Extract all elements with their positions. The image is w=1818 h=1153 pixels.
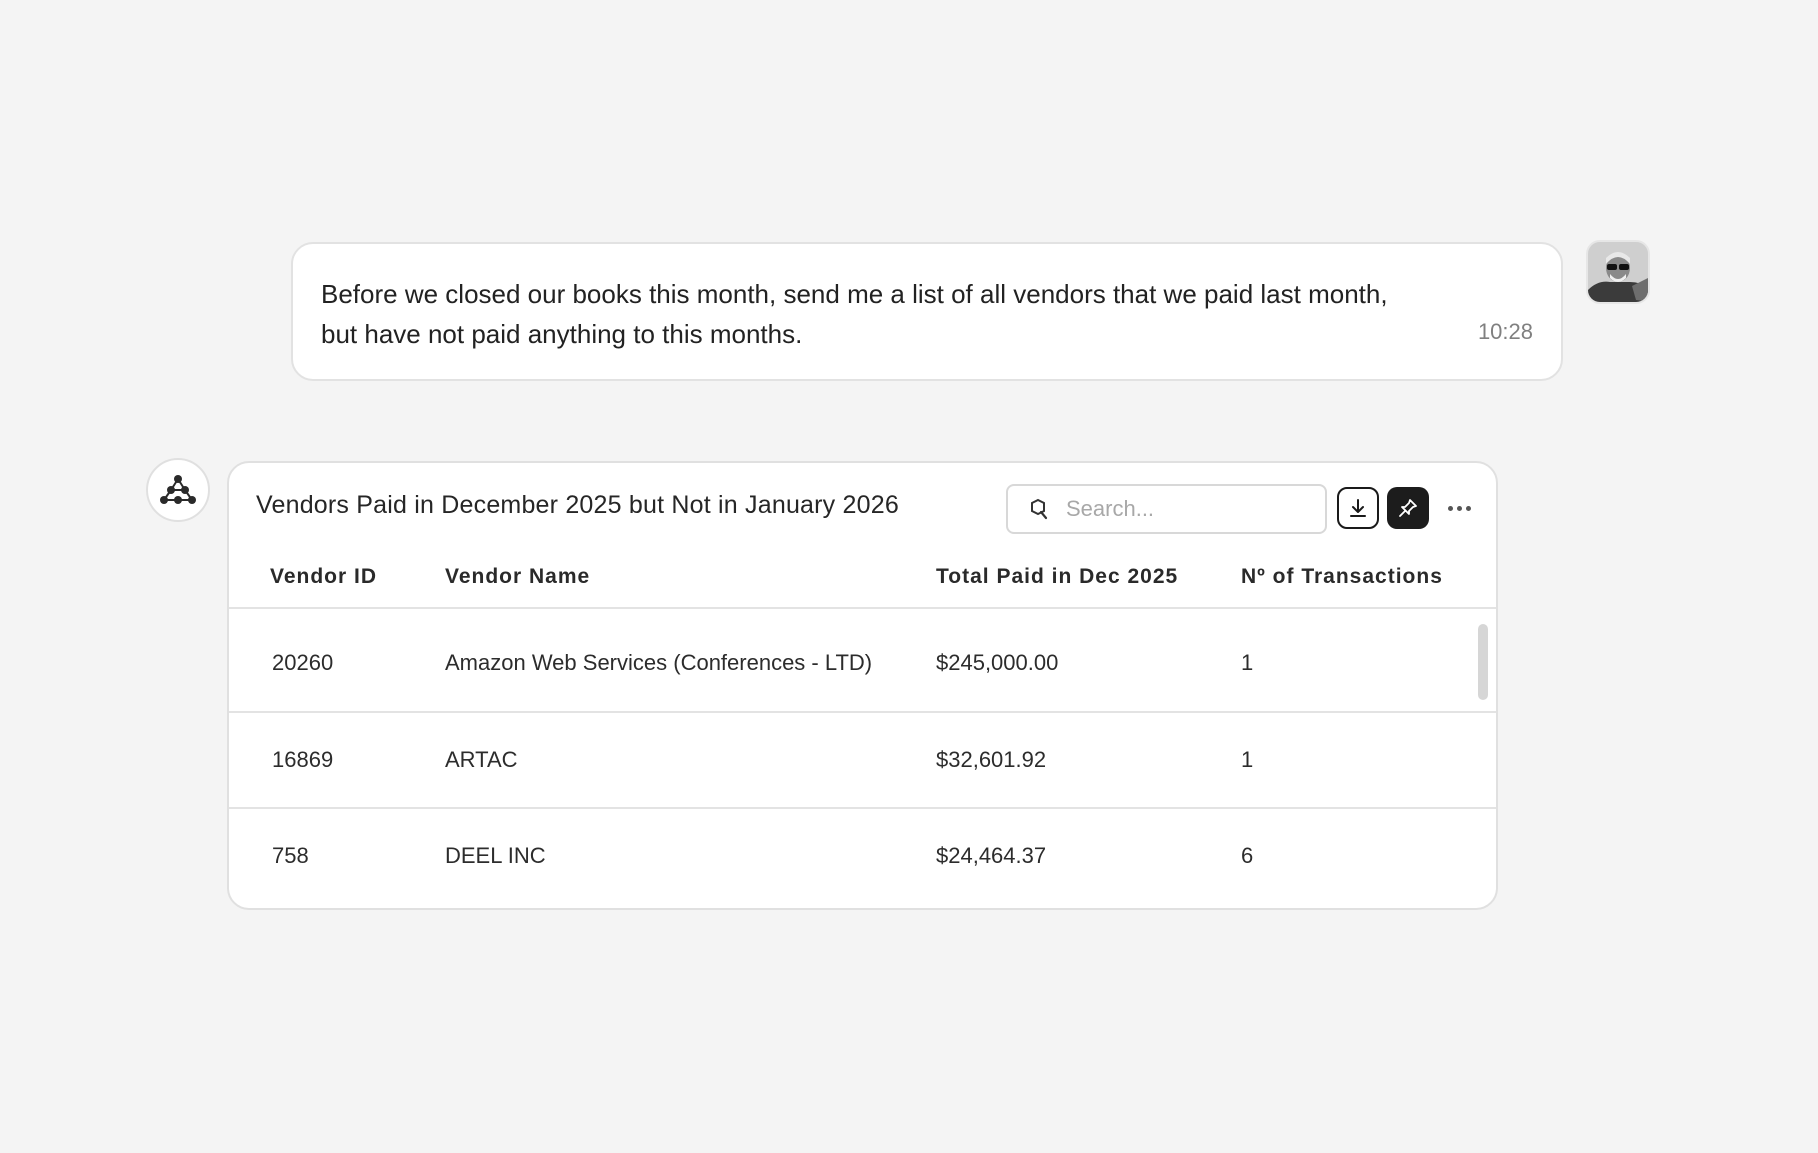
search-input[interactable]	[1066, 496, 1306, 522]
user-avatar[interactable]	[1586, 240, 1650, 304]
cell-total-paid: $24,464.37	[936, 843, 1047, 868]
table-scrollbar[interactable]	[1478, 624, 1488, 700]
table-header: Vendor ID Vendor Name Total Paid in Dec …	[229, 553, 1496, 609]
network-nodes-icon	[160, 475, 196, 504]
cell-vendor-name: ARTAC	[445, 747, 518, 772]
card-title: Vendors Paid in December 2025 but Not in…	[256, 491, 899, 519]
download-button[interactable]	[1337, 487, 1379, 529]
column-header-transactions[interactable]: Nº of Transactions	[1241, 565, 1443, 589]
vendors-table-card: Vendors Paid in December 2025 but Not in…	[227, 461, 1498, 910]
assistant-avatar	[146, 458, 210, 522]
cell-vendor-id: 16869	[272, 747, 334, 772]
search-icon	[1031, 498, 1048, 520]
cell-vendor-id: 758	[272, 843, 309, 868]
cell-vendor-name: Amazon Web Services (Conferences - LTD)	[445, 650, 873, 675]
cell-vendor-id: 20260	[272, 650, 334, 675]
user-message-line-1: Before we closed our books this month, s…	[321, 279, 1388, 309]
table-row[interactable]: 758 DEEL INC $24,464.37 6	[229, 809, 1496, 908]
search-box[interactable]	[1006, 484, 1327, 534]
cell-transactions: 1	[1241, 650, 1254, 675]
user-photo-avatar-icon	[1588, 242, 1648, 302]
column-header-vendor-id[interactable]: Vendor ID	[270, 565, 377, 589]
user-message-line-2: but have not paid anything to this month…	[321, 319, 803, 349]
message-timestamp: 10:28	[1477, 319, 1533, 344]
user-message-text: Before we closed our books this month, s…	[321, 274, 1471, 354]
chat-page: Before we closed our books this month, s…	[0, 0, 1818, 1153]
pin-button[interactable]	[1387, 487, 1429, 529]
cell-transactions: 1	[1241, 747, 1254, 772]
pin-icon	[1399, 499, 1417, 517]
cell-vendor-name: DEEL INC	[445, 843, 546, 868]
cell-transactions: 6	[1241, 843, 1254, 868]
more-options-button[interactable]	[1442, 493, 1476, 523]
column-header-total-paid[interactable]: Total Paid in Dec 2025	[936, 565, 1178, 589]
table-row[interactable]: 20260 Amazon Web Services (Conferences -…	[229, 611, 1496, 713]
user-message-bubble: Before we closed our books this month, s…	[291, 242, 1563, 381]
cell-total-paid: $32,601.92	[936, 747, 1047, 772]
cell-total-paid: $245,000.00	[936, 650, 1059, 675]
more-horizontal-icon	[1447, 505, 1453, 511]
table-row[interactable]: 16869 ARTAC $32,601.92 1	[229, 713, 1496, 809]
download-icon	[1350, 499, 1366, 517]
column-header-vendor-name[interactable]: Vendor Name	[445, 565, 590, 589]
